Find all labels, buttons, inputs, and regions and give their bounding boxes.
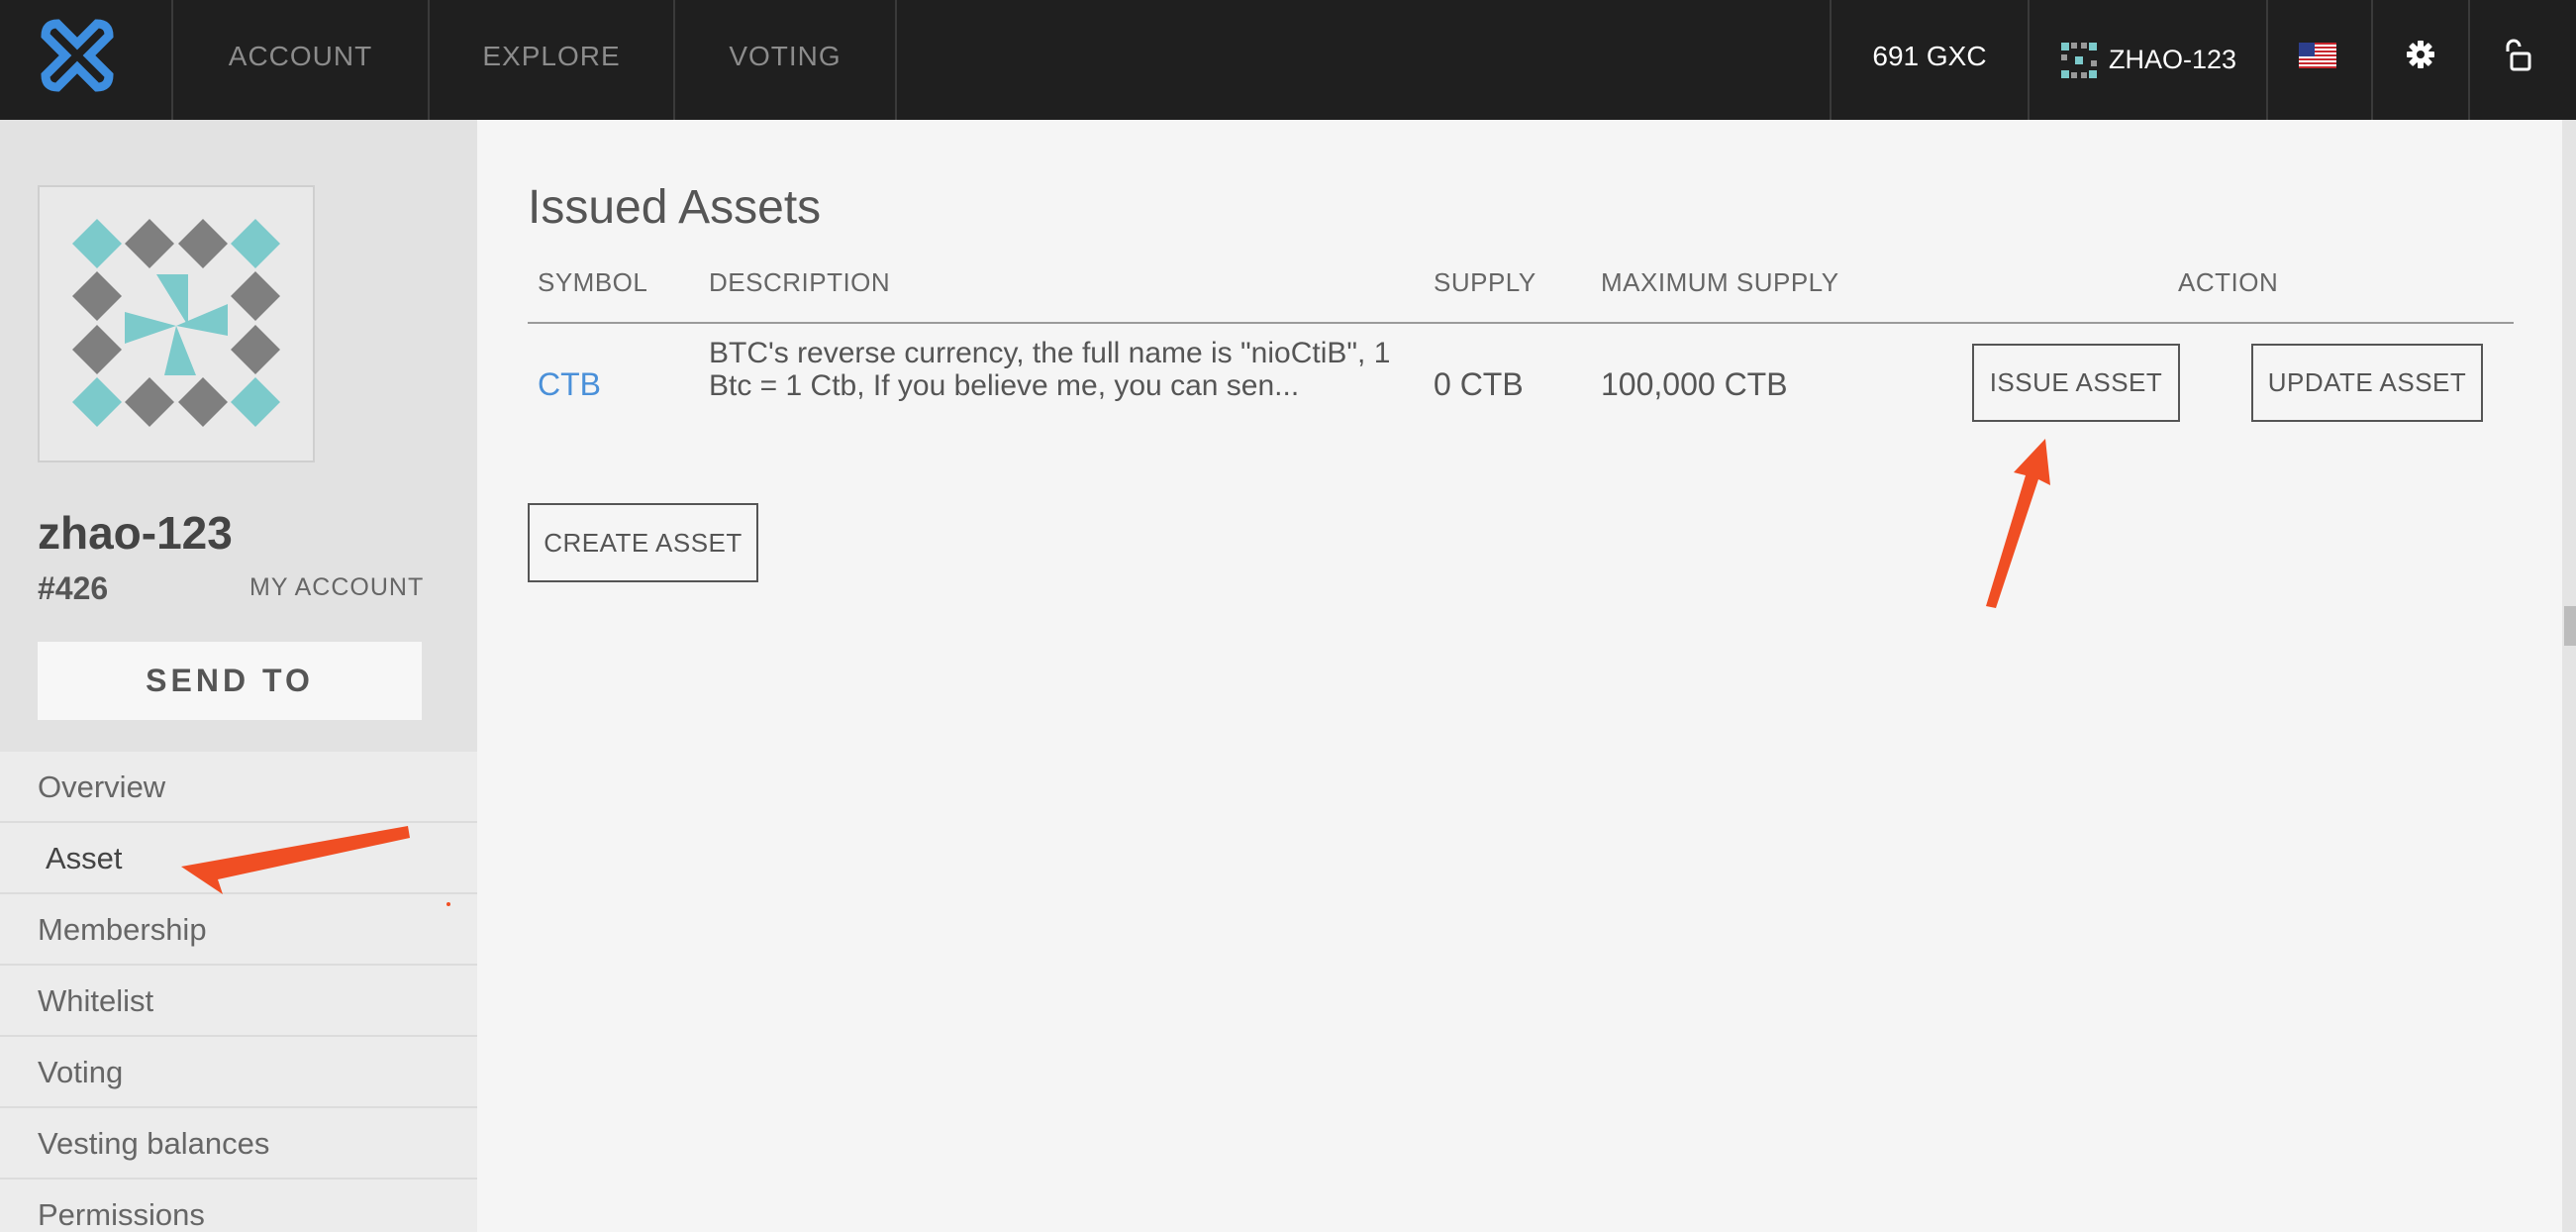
sidebar-item-vesting-balances[interactable]: Vesting balances	[0, 1108, 477, 1180]
balance-display[interactable]: 691 GXC	[1830, 0, 2028, 120]
issue-asset-button[interactable]: ISSUE ASSET	[1972, 344, 2180, 422]
asset-symbol-link[interactable]: CTB	[538, 366, 601, 403]
nav-explore[interactable]: EXPLORE	[430, 0, 675, 120]
update-asset-button[interactable]: UPDATE ASSET	[2251, 344, 2483, 422]
sidebar: zhao-123 #426 MY ACCOUNT SEND TO Overvie…	[0, 120, 477, 1232]
lock-button[interactable]	[2468, 0, 2562, 120]
sidebar-item-membership[interactable]: Membership	[0, 894, 477, 966]
us-flag-icon	[2299, 43, 2336, 68]
account-menu-list: Overview Asset Membership Whitelist Voti…	[0, 752, 477, 1232]
account-card: zhao-123 #426 MY ACCOUNT SEND TO	[0, 120, 477, 752]
asset-max-supply: 100,000 CTB	[1601, 366, 1788, 402]
account-name: zhao-123	[38, 507, 233, 559]
avatar	[38, 185, 315, 462]
account-name-label: ZHAO-123	[2108, 45, 2237, 74]
account-menu[interactable]: ZHAO-123	[2028, 0, 2266, 120]
column-header-max-supply: MAXIMUM SUPPLY	[1601, 267, 1839, 297]
scrollbar-track[interactable]	[2562, 120, 2576, 1232]
column-header-action: ACTION	[2178, 267, 2279, 297]
column-header-supply: SUPPLY	[1434, 267, 1536, 297]
sidebar-item-voting[interactable]: Voting	[0, 1037, 477, 1108]
arrow-to-issue-asset-icon	[1986, 439, 2050, 608]
my-account-link[interactable]: MY ACCOUNT	[249, 573, 424, 602]
page-title: Issued Assets	[528, 181, 822, 234]
scrollbar-thumb[interactable]	[2564, 606, 2576, 646]
create-asset-button[interactable]: CREATE ASSET	[528, 503, 758, 582]
nav-voting[interactable]: VOTING	[675, 0, 897, 120]
identicon-icon	[2060, 42, 2097, 78]
sidebar-item-asset[interactable]: Asset	[0, 823, 477, 894]
nav-account[interactable]: ACCOUNT	[173, 0, 430, 120]
settings-button[interactable]	[2371, 0, 2468, 120]
column-header-description: DESCRIPTION	[709, 267, 891, 297]
account-id: #426	[38, 570, 109, 606]
asset-description: BTC's reverse currency, the full name is…	[709, 337, 1391, 402]
gear-icon	[2407, 41, 2434, 68]
send-to-button[interactable]: SEND TO	[38, 642, 422, 720]
identicon-icon	[72, 219, 280, 427]
asset-supply: 0 CTB	[1434, 366, 1524, 402]
sidebar-item-overview[interactable]: Overview	[0, 752, 477, 823]
sidebar-item-permissions[interactable]: Permissions	[0, 1180, 477, 1232]
gxc-logo-icon[interactable]	[0, 0, 173, 120]
sidebar-item-whitelist[interactable]: Whitelist	[0, 966, 477, 1037]
unlock-icon	[2506, 39, 2530, 71]
column-header-symbol: SYMBOL	[538, 267, 648, 297]
table-header-divider	[528, 322, 2514, 324]
top-navbar: ACCOUNT EXPLORE VOTING 691 GXC ZHAO-123	[0, 0, 2576, 120]
